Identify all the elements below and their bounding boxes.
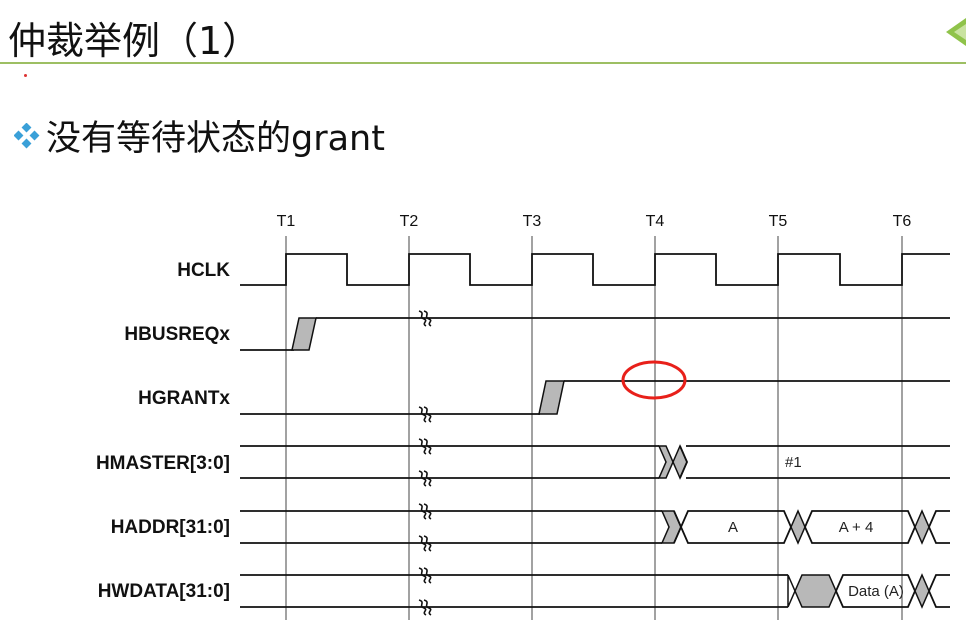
clock-label-t5: T5 [769, 213, 788, 230]
clock-edge-guides [285, 236, 903, 620]
waveform-hwdata [240, 567, 950, 616]
waveform-hbusreq [240, 310, 950, 351]
signal-label-hmaster: HMASTER[3:0] [96, 453, 230, 474]
timing-diagram: T1 T2 T3 T4 T5 T6 HCLK HBUSREQx HGRANTx … [96, 213, 950, 620]
signal-label-hclk: HCLK [177, 260, 230, 281]
clock-label-t6: T6 [893, 213, 912, 230]
haddr-value-a4: A + 4 [839, 519, 874, 536]
clock-label-t3: T3 [523, 213, 542, 230]
signal-label-hgrant: HGRANTx [138, 388, 230, 409]
highlight-circle [621, 360, 687, 400]
haddr-value-a: A [728, 519, 738, 536]
signal-label-hbusreq: HBUSREQx [124, 324, 230, 345]
hwdata-value-a: Data (A) [848, 583, 904, 600]
clock-label-t1: T1 [277, 213, 296, 230]
signal-label-hwdata: HWDATA[31:0] [98, 581, 230, 602]
hmaster-value-label: #1 [785, 454, 802, 471]
signal-label-haddr: HADDR[31:0] [111, 517, 230, 538]
clock-label-t4: T4 [646, 213, 665, 230]
clock-label-t2: T2 [400, 213, 419, 230]
waveform-hgrant [240, 380, 950, 423]
waveform-hclk [240, 253, 950, 286]
waveform-hmaster [240, 438, 950, 487]
